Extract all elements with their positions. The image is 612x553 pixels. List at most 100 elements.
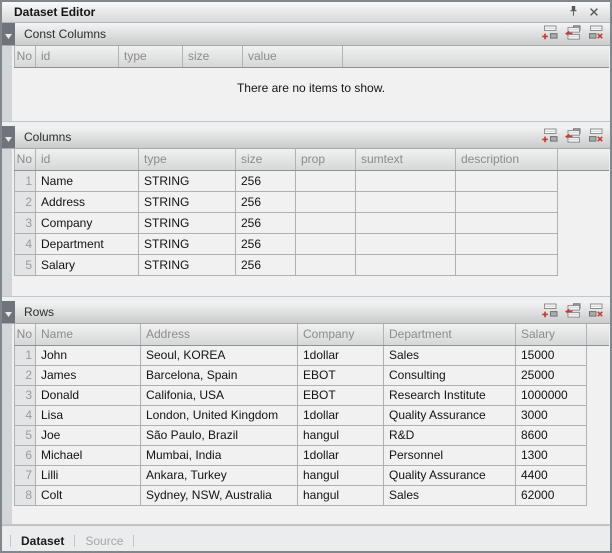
cell[interactable]	[296, 233, 356, 254]
row-number-cell[interactable]: 4	[15, 233, 36, 254]
cell[interactable]: 1dollar	[298, 405, 384, 425]
cell[interactable]: 1dollar	[298, 445, 384, 465]
cell[interactable]: Donald	[36, 385, 141, 405]
cell[interactable]: Personnel	[384, 445, 516, 465]
cell[interactable]: Lisa	[36, 405, 141, 425]
cell[interactable]: 256	[236, 254, 296, 275]
row-number-cell[interactable]: 6	[15, 445, 36, 465]
collapse-button[interactable]	[2, 23, 15, 45]
cell[interactable]: Sales	[384, 345, 516, 365]
table-row[interactable]: 2AddressSTRING256	[15, 191, 609, 212]
table-row[interactable]: 1JohnSeoul, KOREA1dollarSales15000	[15, 345, 609, 365]
close-button[interactable]	[584, 3, 604, 21]
tab-source[interactable]: Source	[75, 526, 133, 553]
cell[interactable]: Seoul, KOREA	[141, 345, 298, 365]
cell[interactable]: R&D	[384, 425, 516, 445]
delete-row-button[interactable]	[586, 129, 605, 145]
cell[interactable]: Barcelona, Spain	[141, 365, 298, 385]
delete-row-button[interactable]	[586, 304, 605, 320]
insert-row-button[interactable]	[563, 26, 582, 42]
cell[interactable]: 256	[236, 212, 296, 233]
cell[interactable]: hangul	[298, 425, 384, 445]
cell[interactable]: 1000000	[516, 385, 587, 405]
cell[interactable]: 1dollar	[298, 345, 384, 365]
table-row[interactable]: 2JamesBarcelona, SpainEBOTConsulting2500…	[15, 365, 609, 385]
row-number-cell[interactable]: 3	[15, 212, 36, 233]
cell[interactable]	[356, 254, 456, 275]
row-number-cell[interactable]: 1	[15, 170, 36, 191]
cell[interactable]	[356, 212, 456, 233]
cell[interactable]: 8600	[516, 425, 587, 445]
cell[interactable]	[456, 212, 558, 233]
cell[interactable]	[296, 191, 356, 212]
table-row[interactable]: 5JoeSão Paulo, BrazilhangulR&D8600	[15, 425, 609, 445]
cell[interactable]: Joe	[36, 425, 141, 445]
tab-dataset[interactable]: Dataset	[11, 526, 74, 553]
row-number-cell[interactable]: 8	[15, 485, 36, 505]
cell[interactable]: Consulting	[384, 365, 516, 385]
cell[interactable]: Sydney, NSW, Australia	[141, 485, 298, 505]
collapse-button[interactable]	[2, 126, 15, 148]
cell[interactable]: São Paulo, Brazil	[141, 425, 298, 445]
cell[interactable]: Califonia, USA	[141, 385, 298, 405]
cell[interactable]: John	[36, 345, 141, 365]
add-row-button[interactable]	[540, 26, 559, 42]
row-number-cell[interactable]: 5	[15, 254, 36, 275]
cell[interactable]: Company	[36, 212, 139, 233]
cell[interactable]: 25000	[516, 365, 587, 385]
cell[interactable]: hangul	[298, 485, 384, 505]
table-row[interactable]: 3CompanySTRING256	[15, 212, 609, 233]
cell[interactable]	[356, 191, 456, 212]
add-row-button[interactable]	[540, 304, 559, 320]
cell[interactable]	[456, 233, 558, 254]
row-number-cell[interactable]: 4	[15, 405, 36, 425]
table-row[interactable]: 5SalarySTRING256	[15, 254, 609, 275]
table-row[interactable]: 8ColtSydney, NSW, AustraliahangulSales62…	[15, 485, 609, 505]
cell[interactable]: Lilli	[36, 465, 141, 485]
add-row-button[interactable]	[540, 129, 559, 145]
cell[interactable]: EBOT	[298, 385, 384, 405]
table-row[interactable]: 7LilliAnkara, TurkeyhangulQuality Assura…	[15, 465, 609, 485]
row-number-cell[interactable]: 1	[15, 345, 36, 365]
cell[interactable]: 256	[236, 170, 296, 191]
table-row[interactable]: 4LisaLondon, United Kingdom1dollarQualit…	[15, 405, 609, 425]
cell[interactable]: hangul	[298, 465, 384, 485]
cell[interactable]: Quality Assurance	[384, 465, 516, 485]
cell[interactable]: Mumbai, India	[141, 445, 298, 465]
insert-row-button[interactable]	[563, 304, 582, 320]
cell[interactable]: Name	[36, 170, 139, 191]
cell[interactable]: EBOT	[298, 365, 384, 385]
cell[interactable]	[356, 233, 456, 254]
cell[interactable]	[456, 254, 558, 275]
cell[interactable]: Ankara, Turkey	[141, 465, 298, 485]
cell[interactable]: 256	[236, 191, 296, 212]
cell[interactable]: STRING	[139, 233, 236, 254]
cell[interactable]: Colt	[36, 485, 141, 505]
cell[interactable]	[296, 212, 356, 233]
cell[interactable]: 4400	[516, 465, 587, 485]
table-row[interactable]: 4DepartmentSTRING256	[15, 233, 609, 254]
pin-button[interactable]	[563, 3, 584, 21]
row-number-cell[interactable]: 2	[15, 191, 36, 212]
row-number-cell[interactable]: 2	[15, 365, 36, 385]
row-number-cell[interactable]: 3	[15, 385, 36, 405]
cell[interactable]	[456, 170, 558, 191]
cell[interactable]: Michael	[36, 445, 141, 465]
delete-row-button[interactable]	[586, 26, 605, 42]
cell[interactable]	[296, 170, 356, 191]
cell[interactable]: 256	[236, 233, 296, 254]
cell[interactable]: Address	[36, 191, 139, 212]
table-row[interactable]: 1NameSTRING256	[15, 170, 609, 191]
cell[interactable]: 62000	[516, 485, 587, 505]
cell[interactable]: London, United Kingdom	[141, 405, 298, 425]
cell[interactable]: Department	[36, 233, 139, 254]
row-number-cell[interactable]: 5	[15, 425, 36, 445]
table-row[interactable]: 6MichaelMumbai, India1dollarPersonnel130…	[15, 445, 609, 465]
cell[interactable]: STRING	[139, 254, 236, 275]
table-row[interactable]: 3DonaldCalifonia, USAEBOTResearch Instit…	[15, 385, 609, 405]
cell[interactable]: STRING	[139, 191, 236, 212]
cell[interactable]: 15000	[516, 345, 587, 365]
cell[interactable]	[456, 191, 558, 212]
cell[interactable]: Salary	[36, 254, 139, 275]
cell[interactable]: James	[36, 365, 141, 385]
